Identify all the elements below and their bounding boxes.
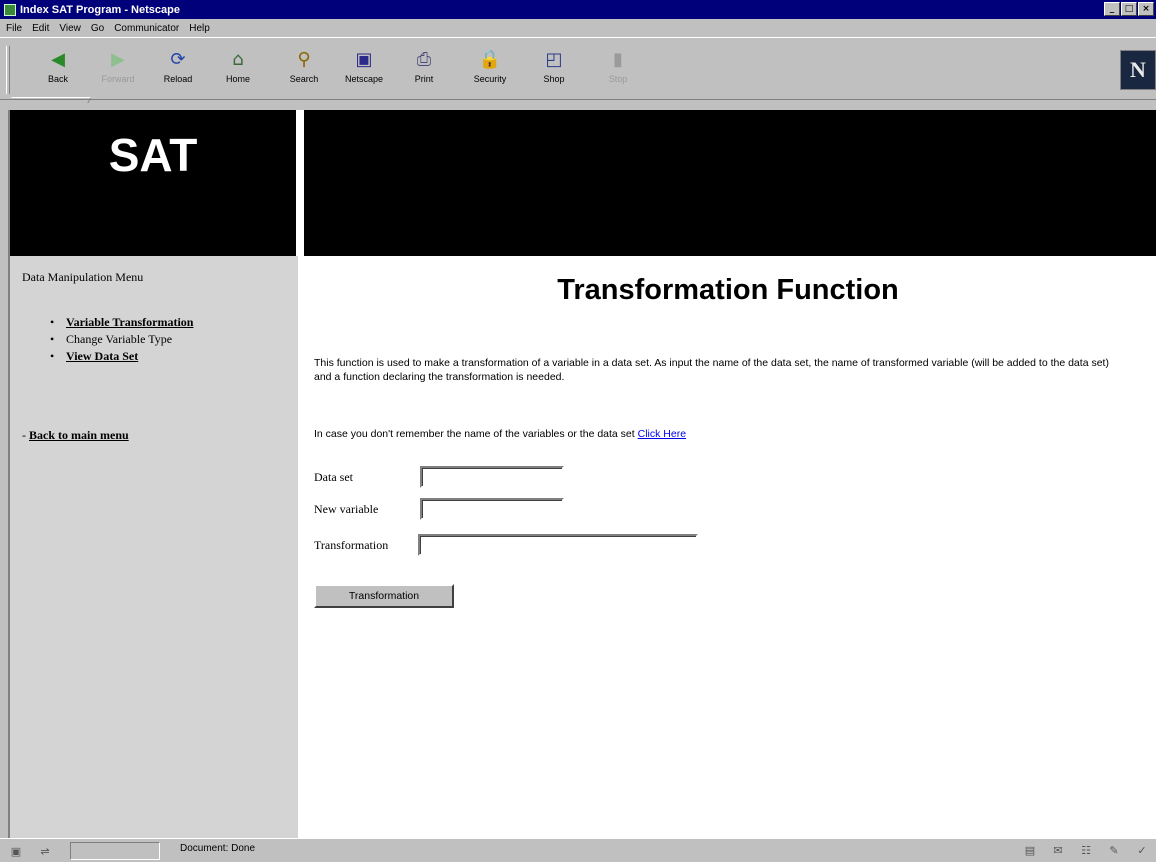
transformation-row: Transformation — [314, 534, 698, 556]
netscape-button[interactable]: ▣ Netscape — [336, 48, 392, 94]
page-content: SAT Data Manipulation Menu Variable Tran… — [8, 110, 1156, 838]
back-link-row: - Back to main menu — [22, 428, 129, 443]
page-title: Transformation Function — [557, 274, 899, 306]
forward-label: Forward — [101, 74, 135, 84]
toolbar-grip[interactable] — [6, 46, 10, 94]
menu-communicator[interactable]: Communicator — [114, 23, 179, 34]
stop-icon: ▮ — [613, 48, 623, 70]
search-label: Search — [289, 74, 319, 84]
site-logo: SAT — [108, 129, 198, 181]
back-button[interactable]: ◀ Back — [30, 48, 86, 94]
sidebar-item-change-variable-type: Change Variable Type — [66, 332, 173, 346]
stop-label: Stop — [608, 74, 628, 84]
toolbar-tab[interactable] — [8, 97, 92, 103]
close-icon[interactable]: × — [1138, 2, 1154, 16]
forward-button[interactable]: ▶ Forward — [90, 48, 146, 94]
header-logo-panel: SAT — [10, 110, 296, 256]
netscape-icon: ▣ — [355, 48, 373, 70]
sidebar: Data Manipulation Menu Variable Transfor… — [10, 256, 298, 838]
back-arrow-icon: ◀ — [51, 48, 65, 70]
security-lock-icon: 🔒 — [478, 48, 502, 70]
forward-arrow-icon: ▶ — [111, 48, 125, 70]
search-button[interactable]: ⚲ Search — [276, 48, 332, 94]
main-panel: Transformation Function This function is… — [298, 256, 1156, 838]
reload-label: Reload — [163, 74, 193, 84]
transformation-submit-button[interactable]: Transformation — [314, 584, 454, 608]
netscape-app-icon — [4, 3, 16, 16]
sidebar-item: View Data Set — [50, 348, 193, 365]
component-bar: ▤ ✉ ☷ ✎ ✓ — [1022, 843, 1150, 857]
sidebar-item: Variable Transformation — [50, 314, 193, 331]
print-button[interactable]: ⎙ Print — [396, 48, 452, 94]
navigator-icon[interactable]: ▤ — [1022, 843, 1038, 857]
home-label: Home — [225, 74, 250, 84]
search-icon: ⚲ — [297, 48, 311, 70]
dataset-row: Data set — [314, 466, 564, 488]
menu-file[interactable]: File — [6, 23, 22, 34]
menu-help[interactable]: Help — [189, 23, 210, 34]
menu-go[interactable]: Go — [91, 23, 104, 34]
shop-bag-icon: ◰ — [545, 48, 563, 70]
navigation-toolbar: ◀ Back ▶ Forward ⟳ Reload ⌂ Home ⚲ Searc… — [0, 37, 1156, 100]
progress-panel — [70, 842, 160, 860]
window-controls: _ □ × — [1104, 2, 1154, 16]
maximize-icon[interactable]: □ — [1121, 2, 1137, 16]
composer-icon[interactable]: ✎ — [1106, 843, 1122, 857]
security-button[interactable]: 🔒 Security — [462, 48, 518, 94]
transformation-label: Transformation — [314, 537, 389, 552]
mail-icon[interactable]: ✉ — [1050, 843, 1066, 857]
reload-icon: ⟳ — [170, 48, 186, 70]
home-icon: ⌂ — [232, 48, 244, 70]
minimize-icon[interactable]: _ — [1104, 2, 1120, 16]
shop-button[interactable]: ◰ Shop — [526, 48, 582, 94]
sidebar-item: Change Variable Type — [50, 331, 193, 348]
transformation-field[interactable] — [418, 534, 698, 556]
menu-view[interactable]: View — [59, 23, 81, 34]
print-label: Print — [414, 74, 434, 84]
dataset-label: Data set — [314, 469, 353, 484]
back-to-main-menu-link[interactable]: Back to main menu — [29, 428, 129, 442]
newvar-row: New variable — [314, 498, 564, 520]
print-icon: ⎙ — [416, 48, 432, 70]
back-prefix: - — [22, 428, 29, 442]
header-banner — [304, 110, 1156, 256]
home-button[interactable]: ⌂ Home — [210, 48, 266, 94]
header-divider — [296, 110, 304, 256]
security-label: Security — [473, 74, 507, 84]
function-description: This function is used to make a transfor… — [314, 357, 1109, 383]
window-titlebar: Index SAT Program - Netscape _ □ × — [0, 0, 1156, 19]
back-label: Back — [47, 74, 68, 84]
menu-bar: File Edit View Go Communicator Help — [0, 19, 1156, 37]
menu-edit[interactable]: Edit — [32, 23, 49, 34]
click-here-link[interactable]: Click Here — [638, 428, 686, 440]
status-text: Document: Done — [180, 843, 256, 854]
settings-icon[interactable]: ✓ — [1134, 843, 1150, 857]
sidebar-title: Data Manipulation Menu — [22, 270, 144, 284]
remember-text: In case you don't remember the name of t… — [314, 428, 638, 440]
sidebar-item-view-data-set[interactable]: View Data Set — [66, 349, 138, 363]
netscape-label: Netscape — [344, 74, 384, 84]
shop-label: Shop — [543, 74, 565, 84]
new-variable-field[interactable] — [420, 498, 564, 520]
sidebar-item-variable-transformation[interactable]: Variable Transformation — [66, 315, 193, 329]
stop-button[interactable]: ▮ Stop — [590, 48, 646, 94]
reload-button[interactable]: ⟳ Reload — [150, 48, 206, 94]
sidebar-menu: Variable Transformation Change Variable … — [50, 314, 193, 365]
online-status-icon[interactable]: ⇌ — [30, 844, 60, 858]
security-status-icon[interactable]: ▣ — [8, 844, 24, 858]
status-bar: ▣ ⇌ Document: Done ▤ ✉ ☷ ✎ ✓ — [0, 838, 1156, 862]
newvar-label: New variable — [314, 501, 379, 516]
discussion-icon[interactable]: ☷ — [1078, 843, 1094, 857]
window-title: Index SAT Program - Netscape — [20, 3, 180, 16]
dataset-field[interactable] — [420, 466, 564, 488]
netscape-logo: N — [1120, 50, 1156, 90]
remember-hint: In case you don't remember the name of t… — [314, 428, 686, 440]
